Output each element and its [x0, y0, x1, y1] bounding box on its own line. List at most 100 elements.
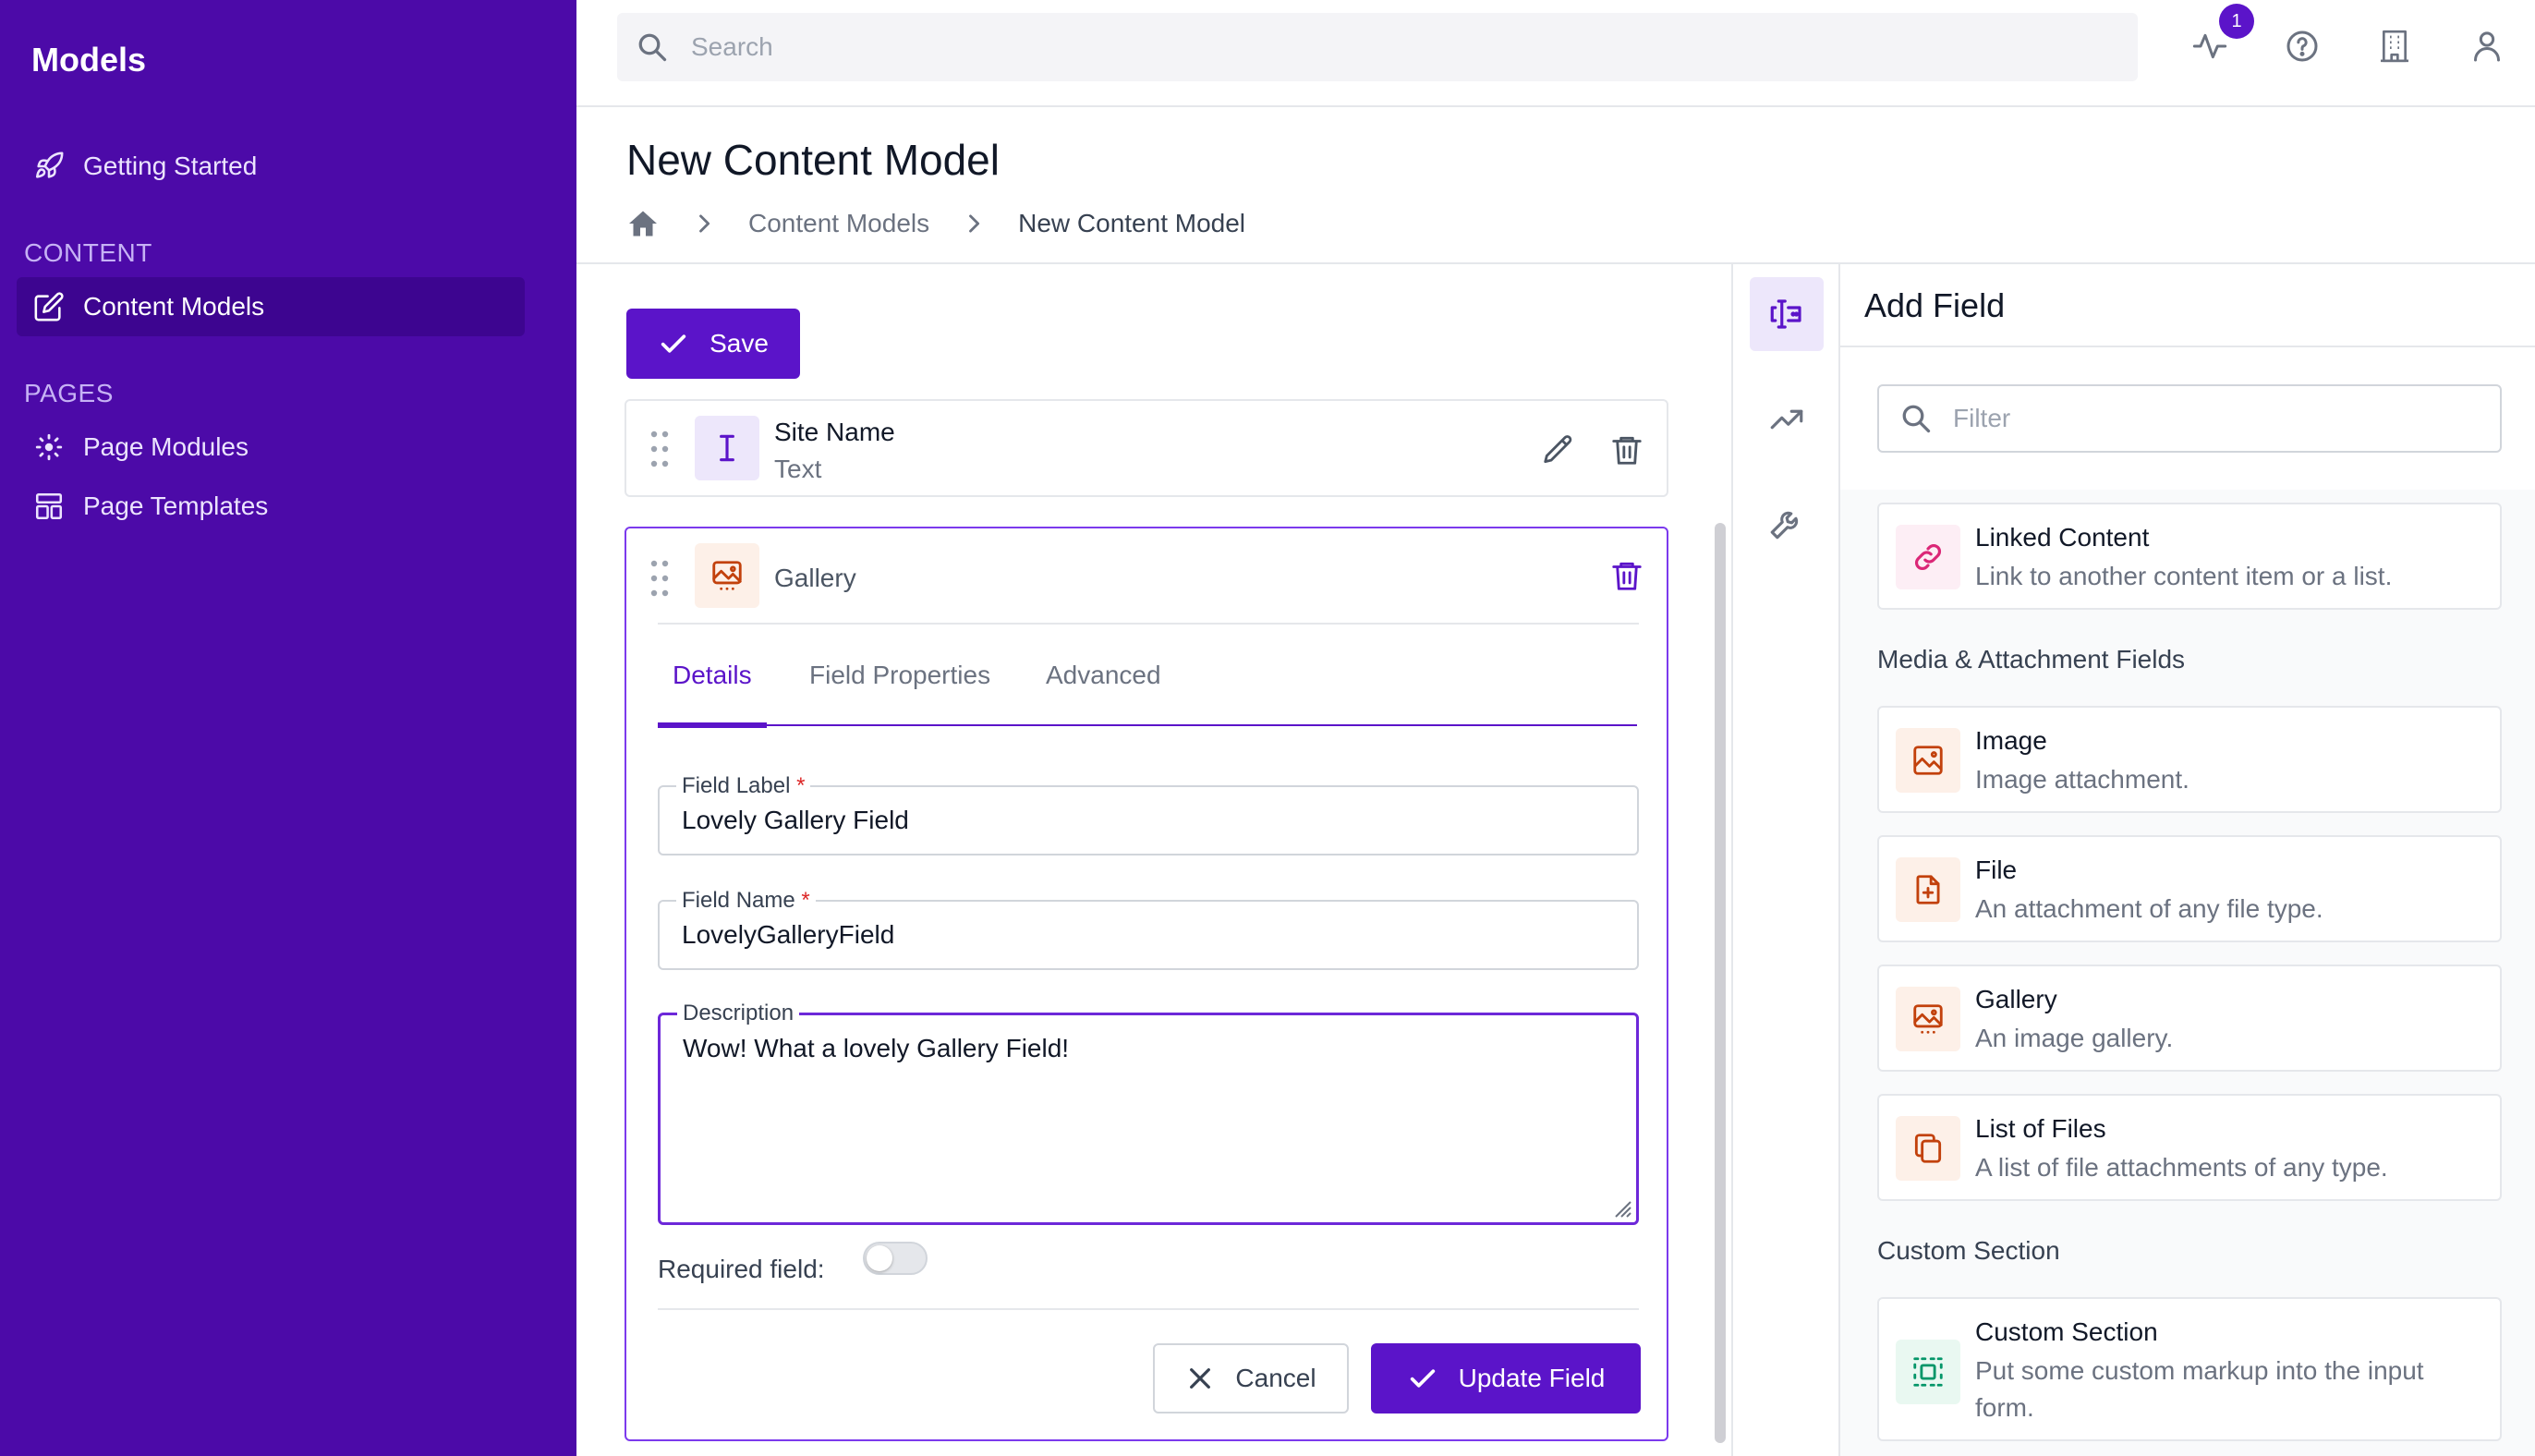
update-field-button[interactable]: Update Field [1371, 1343, 1641, 1414]
cancel-button[interactable]: Cancel [1153, 1343, 1349, 1414]
custom-section-icon [1896, 1340, 1960, 1404]
field-type-desc: An attachment of any file type. [1975, 894, 2323, 923]
search-bar[interactable] [617, 13, 2138, 81]
trending-tool-button[interactable] [1750, 382, 1824, 456]
pencil-icon[interactable] [1541, 432, 1576, 467]
close-icon [1185, 1364, 1215, 1393]
group-title-media: Media & Attachment Fields [1877, 645, 2186, 673]
building-icon[interactable] [2376, 28, 2413, 65]
filter-bar[interactable] [1877, 384, 2502, 453]
sidebar-section-content: CONTENT [24, 238, 152, 267]
field-type-title: Custom Section [1975, 1317, 2158, 1346]
field-type-title: List of Files [1975, 1114, 2106, 1143]
breadcrumb: Content Models New Content Model [626, 205, 1245, 242]
trending-up-icon [1770, 409, 1803, 430]
required-asterisk: * [801, 888, 810, 913]
breadcrumb-current: New Content Model [1018, 209, 1246, 237]
field-type-title: Image [1975, 726, 2047, 755]
text-cursor-icon [695, 416, 759, 480]
page-title: New Content Model [626, 136, 1000, 184]
sidebar-item-content-models[interactable]: Content Models [17, 277, 525, 336]
required-toggle[interactable] [863, 1242, 928, 1275]
check-icon [658, 328, 689, 359]
search-input[interactable] [691, 32, 1984, 62]
tab-field-properties[interactable]: Field Properties [809, 625, 990, 726]
field-name-group: Field Name * [658, 889, 1639, 970]
field-type-gallery[interactable]: Gallery An image gallery. [1877, 965, 2502, 1072]
breadcrumb-link-content-models[interactable]: Content Models [748, 209, 929, 238]
sidebar-item-label: Content Models [83, 292, 265, 321]
gallery-icon [1896, 987, 1960, 1051]
field-type-desc: An image gallery. [1975, 1024, 2174, 1052]
sidebar-title: Models [31, 41, 147, 79]
wrench-tool-button[interactable] [1750, 486, 1824, 560]
edit-icon [33, 291, 65, 322]
sidebar-item-label: Getting Started [83, 152, 258, 180]
trash-icon[interactable] [1609, 558, 1644, 593]
field-type-desc: Put some custom markup into the input fo… [1975, 1356, 2424, 1422]
field-card-site-name[interactable]: Site Name Text [625, 399, 1668, 497]
field-card-type: Text [774, 455, 822, 483]
field-type-title: File [1975, 855, 2018, 884]
layout-icon [33, 491, 65, 522]
sidebar-section-pages: PAGES [24, 379, 114, 407]
field-label-input[interactable] [682, 806, 1615, 835]
field-label-caption: Field Label * [676, 773, 811, 798]
toggle-knob [867, 1245, 892, 1271]
filter-input[interactable] [1953, 404, 2470, 433]
description-textarea[interactable]: Wow! What a lovely Gallery Field! [683, 1034, 1614, 1200]
drag-handle-icon[interactable] [649, 558, 671, 599]
activity-icon[interactable] [2191, 28, 2228, 65]
add-field-tool-button[interactable] [1750, 277, 1824, 351]
sidebar-item-page-templates[interactable]: Page Templates [17, 477, 525, 536]
field-type-desc: Image attachment. [1975, 765, 2189, 794]
tab-advanced[interactable]: Advanced [1046, 625, 1161, 726]
search-icon [636, 30, 669, 64]
required-asterisk: * [796, 773, 806, 798]
field-type-linked-content[interactable]: Linked Content Link to another content i… [1877, 503, 2502, 610]
save-button-label: Save [710, 329, 769, 358]
field-type-list-of-files[interactable]: List of Files A list of file attachments… [1877, 1094, 2502, 1201]
file-plus-icon [1896, 857, 1960, 922]
description-group: Description Wow! What a lovely Gallery F… [658, 1001, 1639, 1225]
rocket-icon [33, 151, 65, 182]
drag-handle-icon[interactable] [649, 429, 671, 469]
trash-icon[interactable] [1609, 432, 1644, 467]
field-card-title: Gallery [774, 564, 856, 592]
field-card-gallery: Gallery Details Field Properties Advance… [625, 527, 1668, 1441]
cancel-button-label: Cancel [1235, 1364, 1316, 1392]
panel-divider [1840, 346, 2535, 347]
help-icon[interactable] [2284, 28, 2321, 65]
field-name-input[interactable] [682, 920, 1615, 950]
sidebar-item-getting-started[interactable]: Getting Started [17, 137, 525, 196]
tab-details[interactable]: Details [658, 625, 767, 728]
field-label-group: Field Label * [658, 774, 1639, 855]
field-type-image[interactable]: Image Image attachment. [1877, 706, 2502, 813]
form-field-icon [1770, 299, 1801, 329]
user-icon[interactable] [2468, 28, 2505, 65]
scrollbar-thumb[interactable] [1715, 523, 1726, 1443]
sidebar-item-page-modules[interactable]: Page Modules [17, 418, 525, 477]
toolbar-divider-left [1731, 264, 1733, 1456]
field-type-title: Linked Content [1975, 523, 2150, 552]
save-button[interactable]: Save [626, 309, 800, 379]
link-icon [1896, 525, 1960, 589]
field-name-caption: Field Name * [676, 889, 816, 913]
sidebar: Models Getting Started CONTENT Content M… [0, 0, 576, 1456]
field-card-title: Site Name [774, 418, 895, 446]
notification-badge: 1 [2219, 4, 2254, 39]
field-type-desc: A list of file attachments of any type. [1975, 1153, 2388, 1182]
field-type-custom-section[interactable]: Custom Section Put some custom markup in… [1877, 1297, 2502, 1441]
required-field-label: Required field: [658, 1255, 825, 1283]
check-icon [1407, 1363, 1438, 1394]
sidebar-item-label: Page Templates [83, 491, 269, 520]
files-icon [1896, 1116, 1960, 1181]
resize-handle-icon[interactable] [1610, 1196, 1632, 1219]
field-type-desc: Link to another content item or a list. [1975, 562, 2393, 590]
chevron-right-icon [961, 211, 987, 237]
home-icon[interactable] [626, 207, 660, 240]
field-editor-tabs: Details Field Properties Advanced [658, 625, 1637, 728]
dashed-circle-icon [33, 431, 65, 463]
field-type-file[interactable]: File An attachment of any file type. [1877, 835, 2502, 942]
header-divider [576, 262, 2535, 264]
